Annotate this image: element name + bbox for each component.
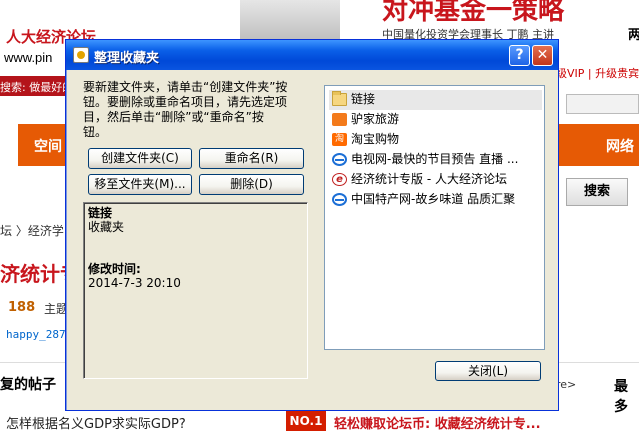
favorite-label: 中国特产网-故乡味道 品质汇聚 [351, 192, 516, 206]
dialog-titlebar[interactable]: 整理收藏夹 ? ✕ [66, 40, 558, 70]
favorites-list[interactable]: 链接 驴家旅游 淘 淘宝购物 电视网-最快的节目预告 直播 ... e 经济统计… [324, 85, 545, 350]
organize-favorites-dialog: 整理收藏夹 ? ✕ 要新建文件夹，请单击“创建文件夹”按 钮。要删除或重命名项目… [65, 39, 559, 411]
dialog-title: 整理收藏夹 [94, 51, 160, 66]
more-link[interactable]: re> [556, 378, 576, 391]
topic-count: 188 [8, 300, 36, 315]
search-strip: 搜索: 做最好的 [0, 76, 70, 96]
breadcrumb[interactable]: 坛 〉经济学 [0, 222, 64, 239]
promo-link[interactable]: 轻松赚取论坛币: 收藏经济统计专... [334, 413, 541, 432]
favorite-item-lvjia[interactable]: 驴家旅游 [329, 110, 542, 130]
ad-subtitle-extra: 两 [628, 28, 639, 43]
favorite-label: 链接 [351, 92, 376, 106]
modified-value: 2014-7-3 20:10 [88, 276, 181, 290]
ie-icon [332, 153, 347, 166]
site-search-input[interactable] [566, 94, 639, 114]
ad-title: 对冲基金一策略 [382, 0, 565, 26]
favorite-item-taobao[interactable]: 淘 淘宝购物 [329, 130, 542, 150]
econ-forum-icon: e [332, 173, 347, 186]
favorites-app-icon [73, 47, 89, 63]
item-info-panel: 链接 收藏夹 修改时间: 2014-7-3 20:10 [83, 202, 308, 379]
modified-label: 修改时间: [88, 262, 141, 276]
favorite-item-econ-forum[interactable]: e 经济统计专版 - 人大经济论坛 [329, 170, 542, 190]
reply-posts-heading: 复的帖子 [0, 377, 56, 393]
post-link-gdp[interactable]: 怎样根据名义GDP求实际GDP? [6, 413, 186, 432]
ie-icon [332, 193, 347, 206]
delete-button[interactable]: 删除(D) [199, 174, 304, 195]
search-button[interactable]: 搜索 [566, 178, 628, 206]
favorite-label: 经济统计专版 - 人大经济论坛 [351, 172, 507, 186]
item-type: 收藏夹 [88, 220, 125, 234]
taobao-icon: 淘 [332, 133, 347, 146]
favorite-item-links-folder[interactable]: 链接 [329, 90, 542, 110]
favorite-item-specialty[interactable]: 中国特产网-故乡味道 品质汇聚 [329, 190, 542, 210]
nav-item-network[interactable]: 网络 [606, 136, 634, 156]
rename-button[interactable]: 重命名(R) [199, 148, 304, 169]
folder-icon [332, 91, 347, 106]
favorite-label: 淘宝购物 [351, 132, 400, 146]
create-folder-button[interactable]: 创建文件夹(C) [88, 148, 192, 169]
favorite-item-tv[interactable]: 电视网-最快的节目预告 直播 ... [329, 150, 542, 170]
help-button[interactable]: ? [509, 45, 530, 66]
close-x-button[interactable]: ✕ [532, 45, 553, 66]
nav-item-space[interactable]: 空间 [34, 136, 62, 156]
url-fragment: www.pin [4, 50, 53, 65]
ad-banner[interactable]: 对冲基金一策略 [340, 0, 639, 26]
most-heading: 最多 [614, 379, 628, 415]
banner-photo [240, 0, 340, 40]
item-name: 链接 [88, 206, 113, 220]
rank-badge: NO.1 [286, 411, 326, 431]
close-button[interactable]: 关闭(L) [435, 361, 541, 381]
vip-upgrade-link[interactable]: 级VIP | 升级贵宾 [556, 65, 639, 81]
user-link[interactable]: happy_287 [6, 328, 66, 341]
instructions-text: 要新建文件夹，请单击“创建文件夹”按 钮。要删除或重命名项目，请先选定项 目，然… [83, 80, 288, 139]
lvjia-icon [332, 113, 347, 126]
favorite-label: 驴家旅游 [351, 112, 400, 126]
move-to-folder-button[interactable]: 移至文件夹(M)... [88, 174, 192, 195]
favorite-label: 电视网-最快的节目预告 直播 ... [351, 152, 519, 166]
